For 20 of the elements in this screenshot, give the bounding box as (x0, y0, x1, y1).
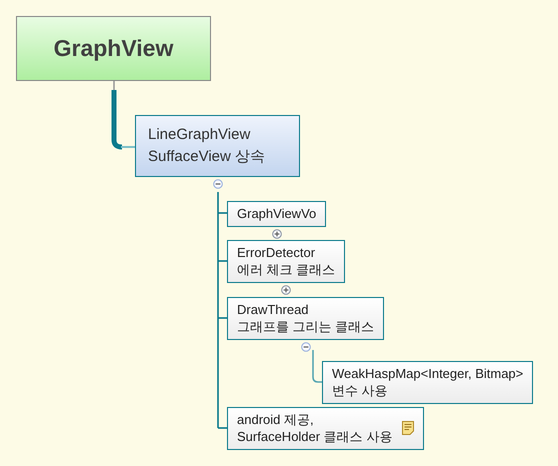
topic-node[interactable]: android 제공, SurfaceHolder 클래스 사용 (227, 407, 424, 450)
topic-text: LineGraphView SuffaceView 상속 (148, 126, 266, 165)
collapse-toggle[interactable] (300, 342, 311, 352)
expand-toggle[interactable] (272, 229, 282, 239)
topic-node[interactable]: WeakHaspMap<Integer, Bitmap> 변수 사용 (322, 361, 534, 404)
collapse-toggle[interactable] (212, 179, 222, 189)
topic-node[interactable]: DrawThread 그래프를 그리는 클래스 (227, 297, 384, 340)
topic-text: android 제공, SurfaceHolder 클래스 사용 (237, 411, 392, 445)
connector-line (112, 81, 135, 150)
expand-toggle[interactable] (281, 285, 292, 295)
connector-line (312, 350, 322, 383)
topic-node[interactable]: GraphViewVo (227, 201, 326, 227)
note-icon[interactable] (402, 421, 414, 435)
topic-text: WeakHaspMap<Integer, Bitmap> 변수 사용 (332, 365, 524, 399)
central-topic[interactable]: GraphView (16, 16, 211, 81)
topic-text: ErrorDetector 에러 체크 클래스 (237, 244, 336, 278)
topic-node[interactable]: LineGraphView SuffaceView 상속 (135, 115, 300, 177)
topic-text: DrawThread 그래프를 그리는 클래스 (237, 301, 374, 335)
topic-text: GraphViewVo (237, 205, 316, 222)
topic-node[interactable]: ErrorDetector 에러 체크 클래스 (227, 240, 346, 283)
